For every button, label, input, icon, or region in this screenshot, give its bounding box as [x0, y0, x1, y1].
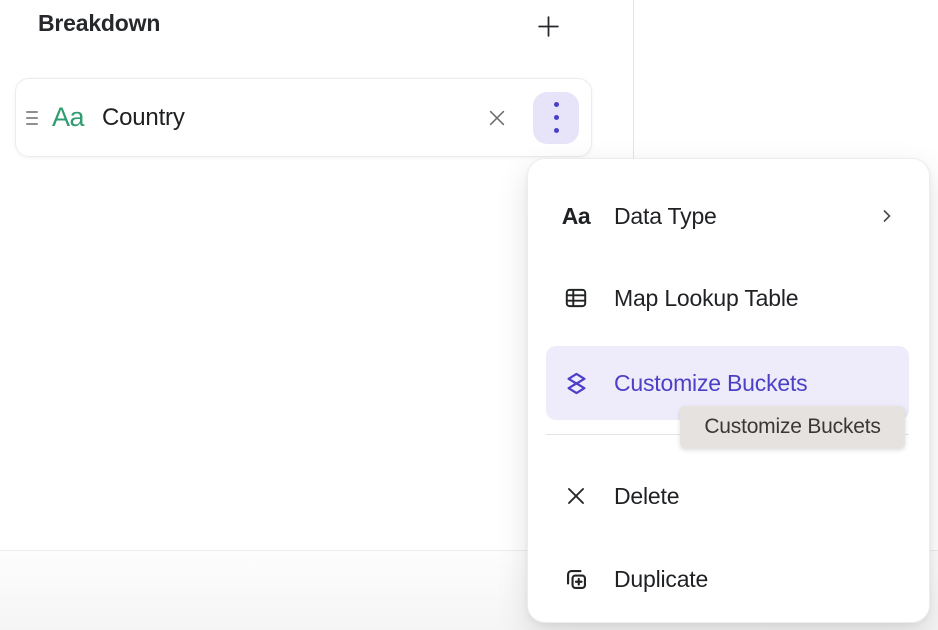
duplicate-icon — [562, 566, 590, 593]
menu-item-delete[interactable]: Delete — [546, 471, 911, 521]
tooltip: Customize Buckets — [680, 406, 905, 448]
drag-handle-icon[interactable] — [26, 111, 38, 125]
plus-icon — [536, 14, 561, 39]
chevron-right-icon — [877, 206, 897, 226]
panel-divider — [633, 0, 634, 158]
field-menu-button[interactable] — [533, 92, 579, 144]
layers-icon — [562, 370, 590, 397]
menu-item-map-lookup-table[interactable]: Map Lookup Table — [546, 273, 911, 323]
field-context-menu: Aa Data Type Map Lookup Table Cust — [527, 158, 930, 623]
field-name-label: Country — [102, 104, 185, 132]
menu-item-duplicate[interactable]: Duplicate — [546, 554, 911, 604]
x-icon — [562, 484, 590, 508]
text-type-icon: Aa — [52, 102, 85, 133]
table-icon — [562, 285, 590, 311]
text-type-icon: Aa — [562, 203, 590, 230]
add-breakdown-button[interactable] — [531, 9, 565, 43]
remove-field-button[interactable] — [479, 100, 515, 136]
menu-item-label: Duplicate — [614, 566, 708, 593]
page-title: Breakdown — [38, 10, 160, 37]
menu-item-label: Map Lookup Table — [614, 285, 798, 312]
close-icon — [486, 107, 508, 129]
menu-item-data-type[interactable]: Aa Data Type — [546, 191, 911, 241]
menu-item-label: Data Type — [614, 203, 717, 230]
kebab-dots-icon — [554, 102, 559, 133]
breakdown-field-card: Aa Country — [15, 78, 592, 157]
menu-item-label: Customize Buckets — [614, 370, 807, 397]
menu-item-label: Delete — [614, 483, 679, 510]
